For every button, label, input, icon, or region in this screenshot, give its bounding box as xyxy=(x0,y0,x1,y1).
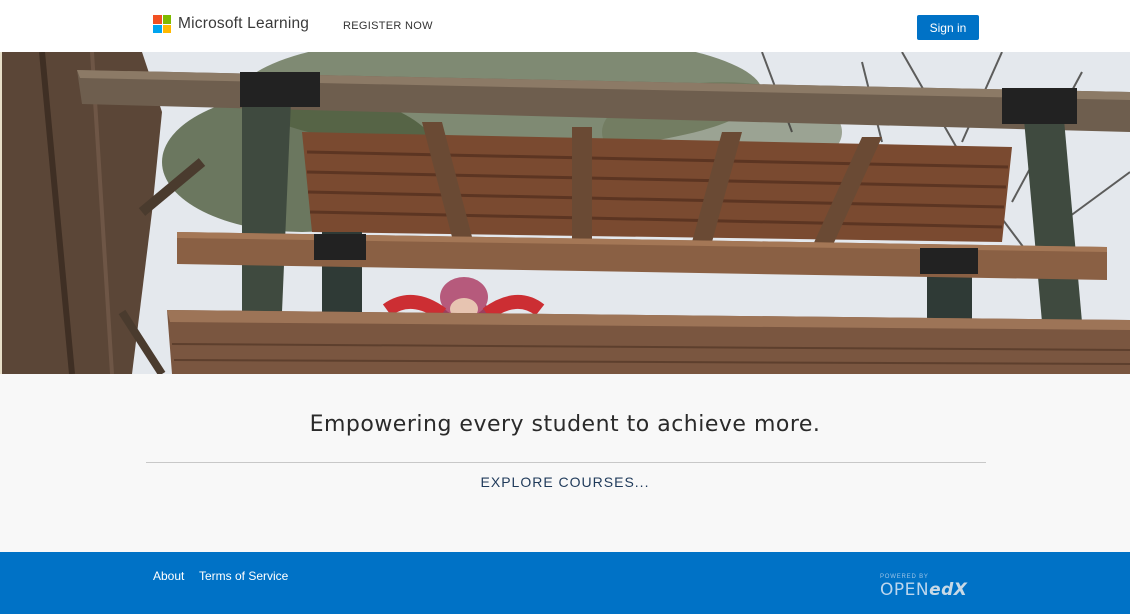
page-tagline: Empowering every student to achieve more… xyxy=(309,412,821,437)
openedx-suffix: edX xyxy=(929,580,968,600)
brand-name: Microsoft Learning xyxy=(178,15,310,32)
main-section: Empowering every student to achieve more… xyxy=(0,374,1130,552)
hero-image xyxy=(2,52,1130,374)
sign-in-button[interactable]: Sign in xyxy=(917,15,979,40)
brand-logo[interactable]: Microsoft Learning xyxy=(153,15,309,33)
openedx-prefix: OPEN xyxy=(880,580,930,600)
footer-link-about[interactable]: About xyxy=(153,569,184,583)
register-now-link[interactable]: REGISTER NOW xyxy=(343,20,433,32)
explore-courses-link[interactable]: EXPLORE COURSES... xyxy=(0,474,1130,490)
site-footer: About Terms of Service POWERED BY OPENed… xyxy=(0,552,1130,614)
powered-by-openedx-logo[interactable]: POWERED BY OPENedX xyxy=(880,574,976,599)
site-header: Microsoft Learning REGISTER NOW Sign in xyxy=(0,0,1130,52)
microsoft-logo-icon xyxy=(153,15,171,33)
footer-link-terms-of-service[interactable]: Terms of Service xyxy=(199,569,288,583)
divider xyxy=(146,462,986,463)
